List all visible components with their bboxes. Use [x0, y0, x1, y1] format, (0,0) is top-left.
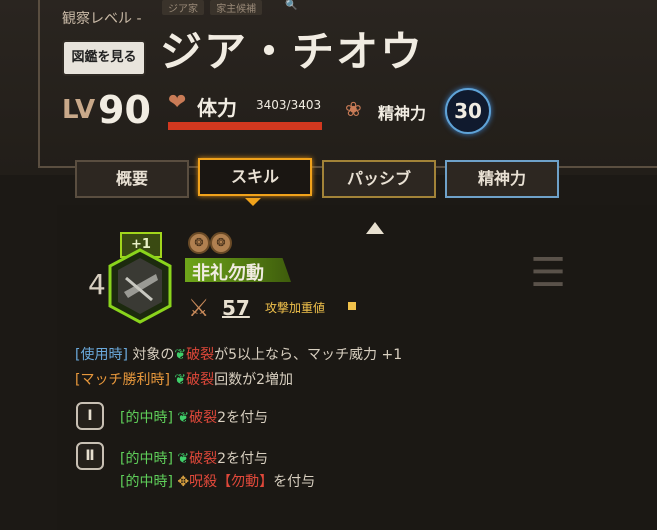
attack-weight-value: 57: [222, 296, 250, 320]
view-encyclopedia-button[interactable]: 図鑑を見る: [62, 40, 146, 76]
clash-win-text: 回数が2増加: [214, 372, 294, 388]
coin-2-effect-2: [的中時] ✥呪殺【勿動】を付与: [120, 471, 315, 491]
coin-icon: ❂: [210, 232, 232, 254]
observation-level-label: 観察レベル -: [62, 11, 142, 27]
attack-weight-square-icon: [348, 302, 356, 310]
mental-icon: ❀: [345, 97, 362, 121]
on-use-text-b: が5以上なら、マッチ威力 +1: [214, 347, 403, 363]
coin-1-text: 2を付与: [217, 410, 269, 426]
clash-win-effect: [マッチ勝利時] ❦破裂回数が2増加: [75, 369, 293, 389]
active-tab-caret: [245, 198, 261, 206]
rupture-keyword[interactable]: 破裂: [186, 347, 214, 363]
on-hit-tag: [的中時]: [120, 451, 173, 467]
coin-2-text-1: 2を付与: [217, 451, 269, 467]
scroll-up-arrow-icon[interactable]: [366, 222, 384, 234]
tag-family: ジア家: [162, 0, 204, 15]
rupture-keyword[interactable]: 破裂: [189, 410, 217, 426]
sword-icon: ⚔: [188, 294, 210, 322]
level-value: 90: [98, 88, 151, 132]
tab-passive[interactable]: パッシブ: [322, 160, 436, 198]
hp-bar: [168, 122, 322, 130]
rupture-icon: ❦: [177, 451, 190, 467]
level-label: LV: [62, 95, 96, 125]
on-hit-tag: [的中時]: [120, 474, 173, 490]
sp-value-badge: 30: [445, 88, 491, 134]
rupture-keyword[interactable]: 破裂: [186, 372, 214, 388]
on-use-tag: [使用時]: [75, 347, 128, 363]
coin-icon: ❂: [188, 232, 210, 254]
attack-weight-label: 攻撃加重値: [265, 301, 326, 315]
sp-label: 精神力: [378, 104, 427, 123]
hp-value: 3403/3403: [256, 98, 322, 112]
on-hit-tag: [的中時]: [120, 410, 173, 426]
hp-bar-fill: [168, 122, 322, 130]
tab-overview[interactable]: 概要: [75, 160, 189, 198]
coin-2-text-2: を付与: [273, 474, 316, 490]
coin-2-icon: Ⅱ: [76, 442, 104, 470]
skill-count: 4: [88, 268, 106, 301]
clash-win-tag: [マッチ勝利時]: [75, 372, 170, 388]
rupture-icon: ❦: [177, 410, 190, 426]
tag-candidate: 家主候補: [210, 0, 263, 15]
on-use-text-a: 対象の: [132, 347, 175, 363]
heart-icon: ❤: [168, 90, 187, 115]
search-icon[interactable]: 🔍: [285, 0, 299, 12]
rupture-keyword[interactable]: 破裂: [189, 451, 217, 467]
character-name: ジア・チオウ: [160, 27, 425, 76]
rupture-icon: ❦: [174, 347, 187, 363]
curse-keyword[interactable]: 呪殺【勿動】: [189, 474, 273, 490]
character-tags: ジア家 家主候補: [162, 0, 265, 15]
on-use-effect: [使用時] 対象の❦破裂が5以上なら、マッチ威力 +1: [75, 344, 402, 364]
rupture-icon: ❦: [174, 372, 187, 388]
coin-1-effect: [的中時] ❦破裂2を付与: [120, 407, 268, 427]
tab-skill[interactable]: スキル: [198, 158, 312, 196]
tab-mental[interactable]: 精神力: [445, 160, 559, 198]
hp-label: 体力: [197, 96, 237, 120]
coin-2-effect-1: [的中時] ❦破裂2を付与: [120, 448, 268, 468]
curse-icon: ✥: [177, 474, 190, 490]
emotion-emblem-icon: ☰: [530, 250, 566, 296]
coin-1-icon: Ⅰ: [76, 402, 104, 430]
skill-icon[interactable]: [108, 248, 172, 324]
skill-name: 非礼勿動: [192, 263, 264, 284]
